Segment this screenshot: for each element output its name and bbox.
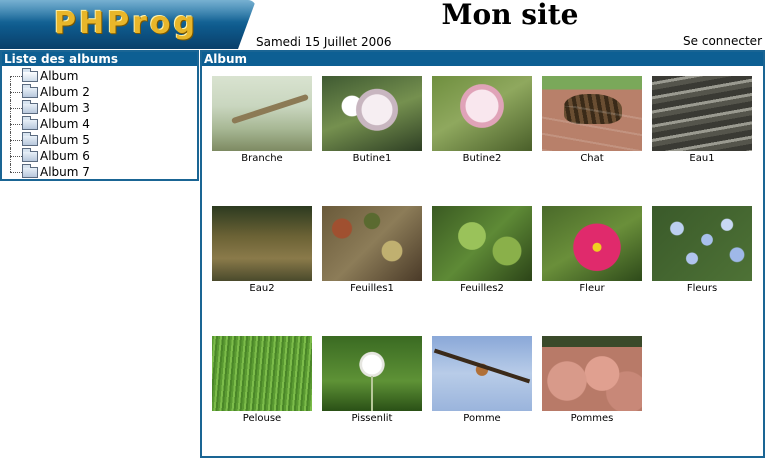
photo-image[interactable] bbox=[212, 76, 312, 151]
photo-image[interactable] bbox=[212, 206, 312, 281]
site-title: Mon site bbox=[441, 0, 579, 31]
folder-icon bbox=[22, 84, 38, 98]
photo-caption[interactable]: Pomme bbox=[432, 413, 532, 424]
photo-image[interactable] bbox=[542, 336, 642, 411]
photo-thumbnail-eau1[interactable]: Eau1 bbox=[652, 76, 752, 164]
photo-caption[interactable]: Chat bbox=[542, 153, 642, 164]
photo-caption[interactable]: Feuilles1 bbox=[322, 283, 422, 294]
logo[interactable]: PHProg bbox=[54, 6, 198, 41]
album-list-panel: Liste des albums Album Album 2 Album 3 A… bbox=[0, 50, 199, 181]
photo-image[interactable] bbox=[432, 76, 532, 151]
tree-item-album-5[interactable]: Album 5 bbox=[2, 132, 197, 148]
login-link[interactable]: Se connecter bbox=[683, 34, 762, 48]
folder-icon bbox=[22, 132, 38, 146]
open-folder-icon bbox=[22, 68, 38, 82]
photo-thumbnail-butine1[interactable]: Butine1 bbox=[322, 76, 422, 164]
tree-item-album-6[interactable]: Album 6 bbox=[2, 148, 197, 164]
photo-image[interactable] bbox=[212, 336, 312, 411]
photo-thumbnail-pomme[interactable]: Pomme bbox=[432, 336, 532, 424]
photo-thumbnail-fleurs[interactable]: Fleurs bbox=[652, 206, 752, 294]
tree-item-album-2[interactable]: Album 2 bbox=[2, 84, 197, 100]
photo-caption[interactable]: Pissenlit bbox=[322, 413, 422, 424]
photo-thumbnail-branche[interactable]: Branche bbox=[212, 76, 312, 164]
photo-image[interactable] bbox=[652, 76, 752, 151]
photo-caption[interactable]: Butine2 bbox=[432, 153, 532, 164]
photo-thumbnail-eau2[interactable]: Eau2 bbox=[212, 206, 312, 294]
tree-connector bbox=[10, 76, 11, 84]
photo-thumbnail-pelouse[interactable]: Pelouse bbox=[212, 336, 312, 424]
photo-thumbnail-feuilles2[interactable]: Feuilles2 bbox=[432, 206, 532, 294]
photo-caption[interactable]: Eau1 bbox=[652, 153, 752, 164]
photo-image[interactable] bbox=[542, 76, 642, 151]
tree-connector bbox=[10, 172, 22, 173]
folder-icon bbox=[22, 164, 38, 178]
album-title: Album bbox=[202, 52, 763, 66]
tree-item-label[interactable]: Album 3 bbox=[40, 101, 90, 115]
folder-icon bbox=[22, 100, 38, 114]
photo-thumbnail-pissenlit[interactable]: Pissenlit bbox=[322, 336, 422, 424]
tree-connector bbox=[10, 140, 22, 141]
tree-connector bbox=[10, 156, 22, 157]
tree-connector bbox=[10, 124, 22, 125]
photo-caption[interactable]: Pelouse bbox=[212, 413, 312, 424]
photo-image[interactable] bbox=[322, 206, 422, 281]
album-list-title: Liste des albums bbox=[2, 52, 197, 66]
photo-caption[interactable]: Butine1 bbox=[322, 153, 422, 164]
tree-item-label[interactable]: Album 5 bbox=[40, 133, 90, 147]
photo-image[interactable] bbox=[652, 206, 752, 281]
tree-item-album-7[interactable]: Album 7 bbox=[2, 164, 197, 180]
current-date: Samedi 15 Juillet 2006 bbox=[256, 35, 392, 49]
tree-connector bbox=[10, 92, 22, 93]
photo-caption[interactable]: Feuilles2 bbox=[432, 283, 532, 294]
photo-thumbnail-fleur[interactable]: Fleur bbox=[542, 206, 642, 294]
tree-item-label[interactable]: Album 6 bbox=[40, 149, 90, 163]
folder-icon bbox=[22, 148, 38, 162]
photo-image[interactable] bbox=[322, 76, 422, 151]
logo-banner[interactable]: PHProg bbox=[0, 0, 256, 49]
tree-item-label[interactable]: Album bbox=[40, 69, 78, 83]
photo-caption[interactable]: Fleurs bbox=[652, 283, 752, 294]
tree-item-label[interactable]: Album 7 bbox=[40, 165, 90, 179]
album-tree: Album Album 2 Album 3 Album 4 Album 5 Al… bbox=[2, 66, 197, 180]
tree-connector bbox=[10, 108, 22, 109]
tree-item-album[interactable]: Album bbox=[2, 68, 197, 84]
photo-caption[interactable]: Pommes bbox=[542, 413, 642, 424]
photo-image[interactable] bbox=[432, 336, 532, 411]
tree-item-album-4[interactable]: Album 4 bbox=[2, 116, 197, 132]
album-panel: Album Branche Butine1 Butine2 Chat Eau1 … bbox=[200, 50, 765, 458]
tree-connector bbox=[10, 76, 22, 77]
tree-item-album-3[interactable]: Album 3 bbox=[2, 100, 197, 116]
tree-item-label[interactable]: Album 2 bbox=[40, 85, 90, 99]
photo-thumbnail-butine2[interactable]: Butine2 bbox=[432, 76, 532, 164]
photo-thumbnail-feuilles1[interactable]: Feuilles1 bbox=[322, 206, 422, 294]
photo-caption[interactable]: Fleur bbox=[542, 283, 642, 294]
tree-item-label[interactable]: Album 4 bbox=[40, 117, 90, 131]
photo-image[interactable] bbox=[542, 206, 642, 281]
photo-thumbnail-pommes[interactable]: Pommes bbox=[542, 336, 642, 424]
photo-caption[interactable]: Eau2 bbox=[212, 283, 312, 294]
photo-image[interactable] bbox=[322, 336, 422, 411]
photo-caption[interactable]: Branche bbox=[212, 153, 312, 164]
tree-connector bbox=[10, 164, 11, 172]
photo-thumbnail-chat[interactable]: Chat bbox=[542, 76, 642, 164]
photo-image[interactable] bbox=[432, 206, 532, 281]
folder-icon bbox=[22, 116, 38, 130]
